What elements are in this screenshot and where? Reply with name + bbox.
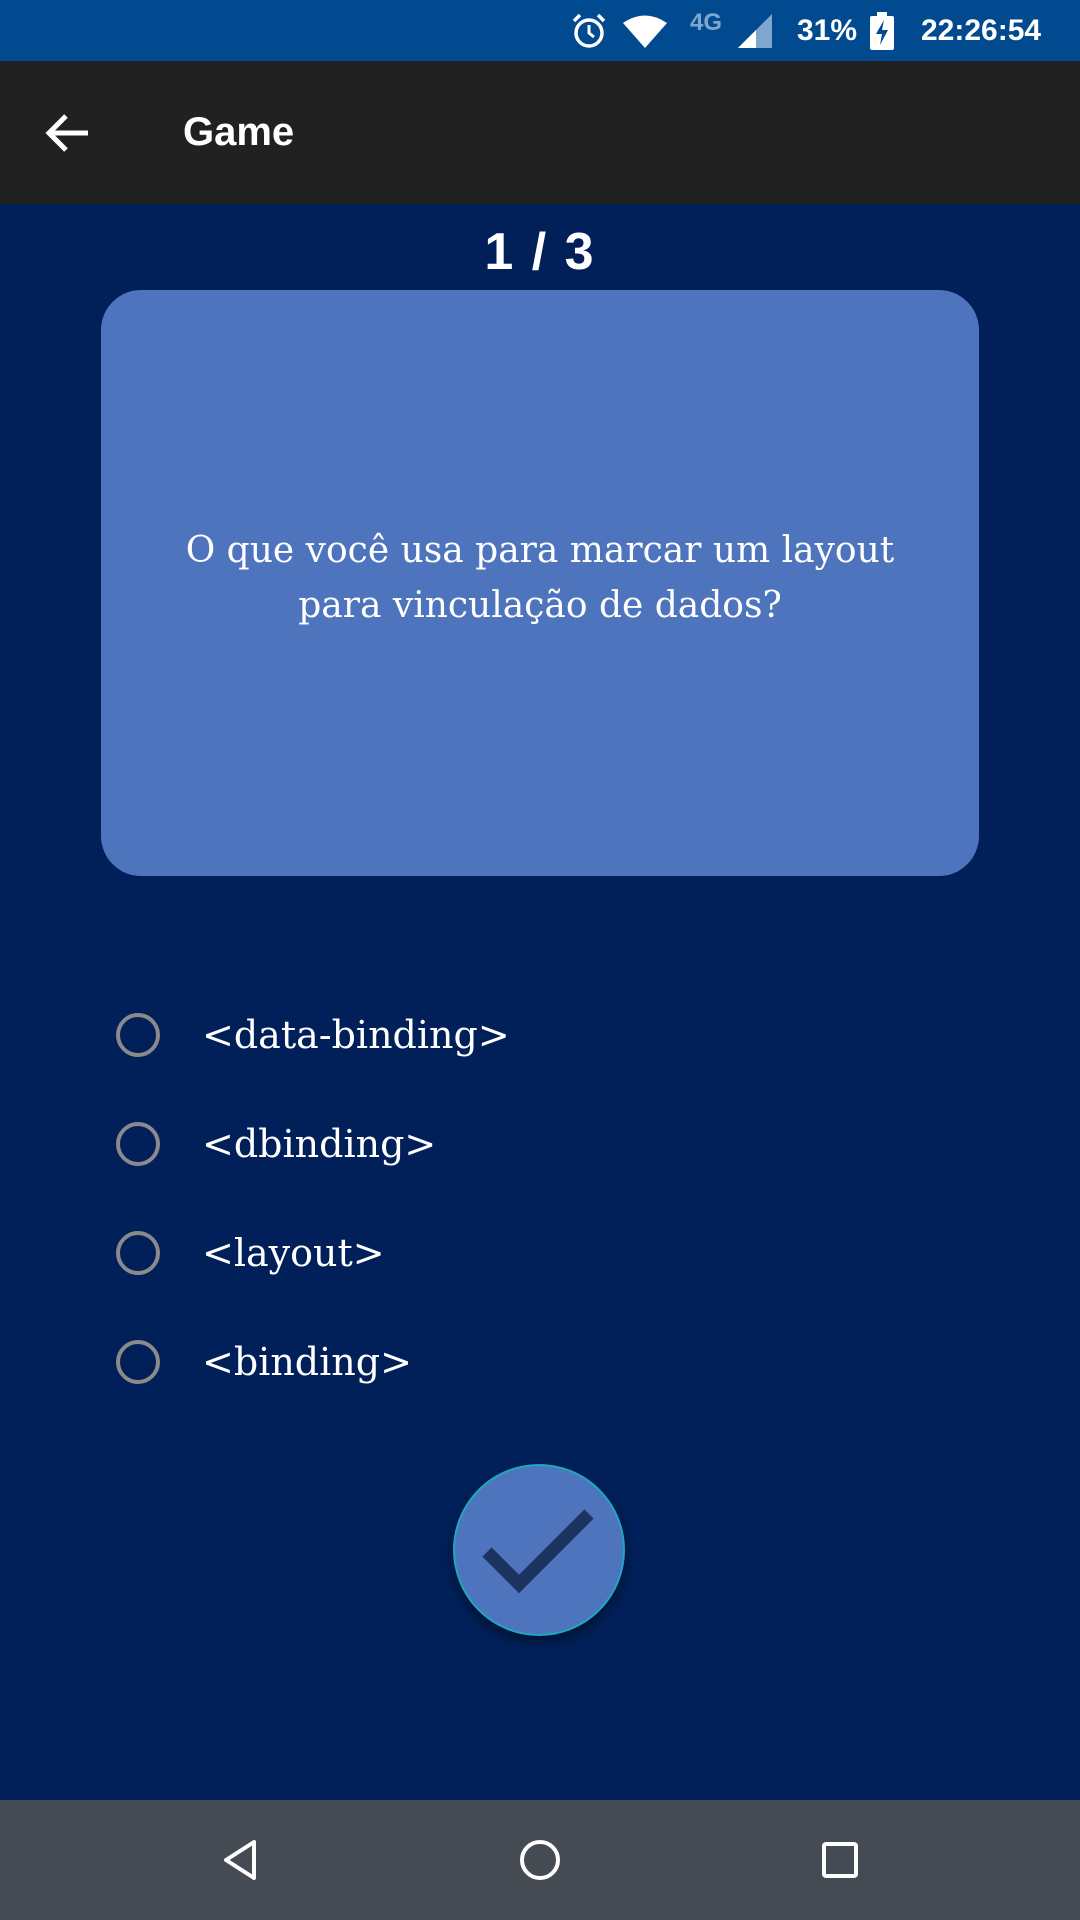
network-type: 4G: [690, 8, 723, 36]
option-binding[interactable]: <binding>: [114, 1307, 974, 1416]
app-bar: Game: [0, 61, 1080, 204]
back-triangle-icon: [224, 1840, 256, 1880]
option-dbinding[interactable]: <dbinding>: [114, 1089, 974, 1198]
answer-options: <data-binding> <dbinding> <layout> <bind…: [114, 980, 974, 1416]
signal-icon: [738, 0, 772, 61]
battery-percent: 31%: [797, 13, 858, 47]
option-label: <dbinding>: [202, 1121, 437, 1166]
option-label: <binding>: [202, 1339, 412, 1384]
system-nav-bar: [0, 1800, 1080, 1920]
wifi-icon: [622, 0, 668, 61]
alarm-icon: [570, 0, 608, 61]
nav-recents-button[interactable]: [810, 1830, 870, 1890]
nav-back-button[interactable]: [210, 1830, 270, 1890]
question-text: O que você usa para marcar um layout par…: [185, 530, 895, 626]
radio-button[interactable]: [116, 1121, 160, 1166]
question-card: O que você usa para marcar um layout par…: [101, 290, 979, 876]
recents-square-icon: [822, 1842, 858, 1878]
option-label: <data-binding>: [202, 1012, 510, 1057]
nav-home-button[interactable]: [510, 1830, 570, 1890]
status-bar: 4G 31% 22:26:54: [0, 0, 1080, 61]
arrow-left-icon: [45, 114, 88, 152]
clock: 22:26:54: [921, 13, 1042, 47]
battery-charging-icon: [870, 0, 894, 61]
back-button[interactable]: [36, 101, 100, 165]
option-label: <layout>: [202, 1230, 385, 1275]
radio-button[interactable]: [116, 1012, 160, 1057]
check-icon: [482, 1509, 594, 1594]
home-circle-icon: [520, 1840, 560, 1880]
option-layout[interactable]: <layout>: [114, 1198, 974, 1307]
option-data-binding[interactable]: <data-binding>: [114, 980, 974, 1089]
radio-button[interactable]: [116, 1230, 160, 1275]
submit-answer-button[interactable]: [453, 1464, 625, 1636]
question-progress: 1 / 3: [484, 223, 596, 281]
radio-button[interactable]: [116, 1339, 160, 1384]
page-title: Game: [183, 110, 295, 154]
